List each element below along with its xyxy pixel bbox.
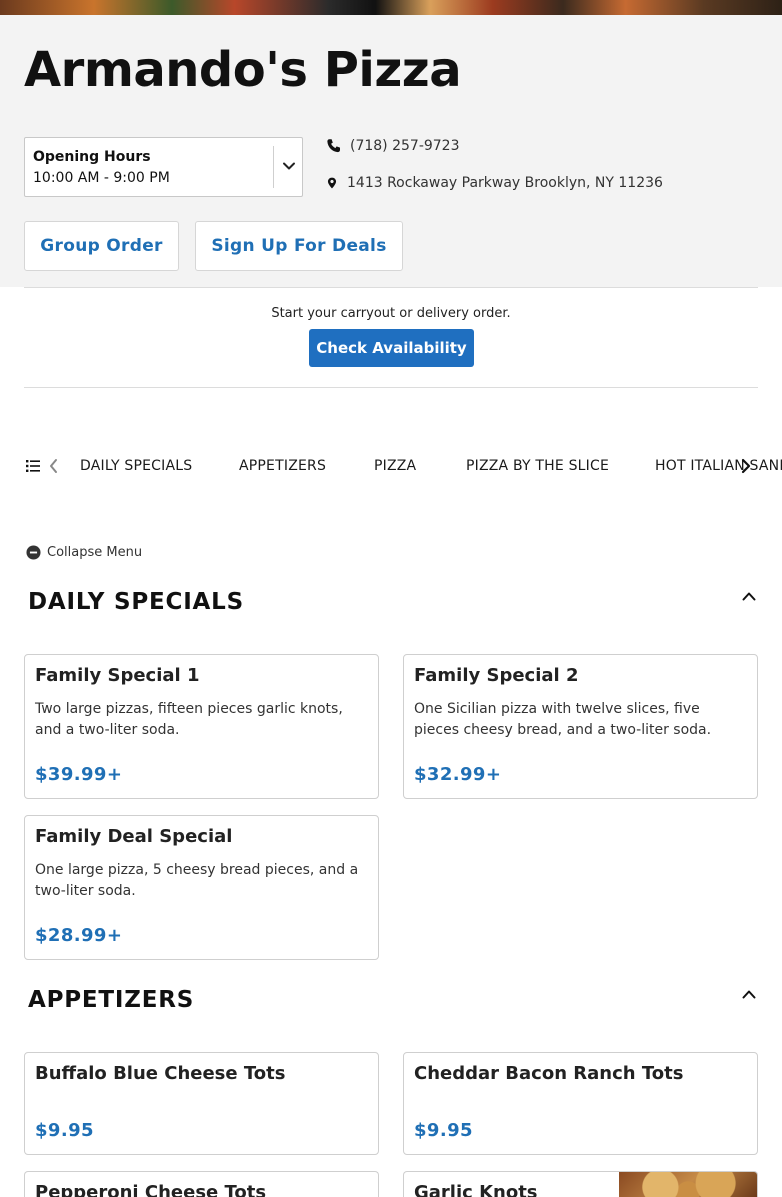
chevron-right-icon[interactable] <box>740 458 752 474</box>
menu-item-image <box>619 1172 757 1197</box>
menu-item-name: Buffalo Blue Cheese Tots <box>35 1063 286 1084</box>
section-title-appetizers: APPETIZERS <box>28 987 195 1013</box>
chevron-left-icon[interactable] <box>48 458 58 474</box>
phone-link[interactable]: (718) 257-9723 <box>326 138 460 154</box>
menu-item-name: Pepperoni Cheese Tots <box>35 1182 267 1197</box>
menu-item-card[interactable]: Pepperoni Cheese Tots <box>24 1171 379 1197</box>
menu-item-description: One large pizza, 5 cheesy bread pieces, … <box>35 862 359 899</box>
opening-hours-value: 10:00 AM - 9:00 PM <box>33 170 170 186</box>
category-tab-hot-italian-sandwiches[interactable]: HOT ITALIAN SANDWICHES <box>655 458 782 474</box>
category-tab-appetizers[interactable]: APPETIZERS <box>239 458 326 474</box>
address-link[interactable]: 1413 Rockaway Parkway Brooklyn, NY 11236 <box>326 175 663 191</box>
menu-item-name: Garlic Knots <box>414 1182 538 1197</box>
chevron-up-icon[interactable] <box>741 590 757 602</box>
list-icon[interactable] <box>26 459 40 473</box>
menu-item-card[interactable]: Buffalo Blue Cheese Tots $9.95 <box>24 1052 379 1155</box>
menu-item-description: One Sicilian pizza with twelve slices, f… <box>414 701 712 738</box>
menu-item-card[interactable]: Family Deal Special One large pizza, 5 c… <box>24 815 379 960</box>
chevron-up-icon[interactable] <box>741 988 757 1000</box>
menu-item-name: Family Special 1 <box>35 665 200 686</box>
divider <box>24 387 758 388</box>
collapse-menu-label: Collapse Menu <box>47 545 143 560</box>
phone-icon <box>327 139 340 153</box>
divider <box>24 287 758 288</box>
section-title-daily-specials: DAILY SPECIALS <box>28 589 244 615</box>
menu-item-price: $9.95 <box>35 1120 94 1141</box>
menu-item-name: Family Deal Special <box>35 826 233 847</box>
menu-item-name: Cheddar Bacon Ranch Tots <box>414 1063 684 1084</box>
category-nav: DAILY SPECIALS APPETIZERS PIZZA PIZZA BY… <box>0 452 782 480</box>
collapse-menu-button[interactable]: Collapse Menu <box>26 545 142 560</box>
menu-item-name: Family Special 2 <box>414 665 579 686</box>
opening-hours-dropdown[interactable]: Opening Hours 10:00 AM - 9:00 PM <box>24 137 303 197</box>
restaurant-name: Armando's Pizza <box>24 42 462 98</box>
menu-item-price: $9.95 <box>414 1120 473 1141</box>
menu-item-description: Two large pizzas, fifteen pieces garlic … <box>35 701 343 738</box>
phone-number: (718) 257-9723 <box>350 138 460 154</box>
dropdown-divider <box>273 146 274 188</box>
address-text: 1413 Rockaway Parkway Brooklyn, NY 11236 <box>347 175 663 191</box>
minus-circle-icon <box>26 545 41 560</box>
opening-hours-label: Opening Hours <box>33 149 151 165</box>
carryout-prompt: Start your carryout or delivery order. <box>271 306 511 321</box>
menu-item-price: $32.99+ <box>414 764 502 785</box>
menu-item-price: $39.99+ <box>35 764 123 785</box>
category-tab-pizza[interactable]: PIZZA <box>374 458 416 474</box>
map-pin-icon <box>327 177 337 189</box>
menu-item-card[interactable]: Family Special 2 One Sicilian pizza with… <box>403 654 758 799</box>
category-tab-pizza-by-the-slice[interactable]: PIZZA BY THE SLICE <box>466 458 609 474</box>
menu-item-price: $28.99+ <box>35 925 123 946</box>
menu-item-card[interactable]: Garlic Knots <box>403 1171 758 1197</box>
group-order-button[interactable]: Group Order <box>24 221 179 271</box>
chevron-down-icon <box>283 162 295 170</box>
hero-banner-image <box>0 0 782 15</box>
check-availability-button[interactable]: Check Availability <box>309 329 474 367</box>
sign-up-for-deals-button[interactable]: Sign Up For Deals <box>195 221 403 271</box>
menu-item-card[interactable]: Cheddar Bacon Ranch Tots $9.95 <box>403 1052 758 1155</box>
category-tab-daily-specials[interactable]: DAILY SPECIALS <box>80 458 192 474</box>
menu-item-card[interactable]: Family Special 1 Two large pizzas, fifte… <box>24 654 379 799</box>
